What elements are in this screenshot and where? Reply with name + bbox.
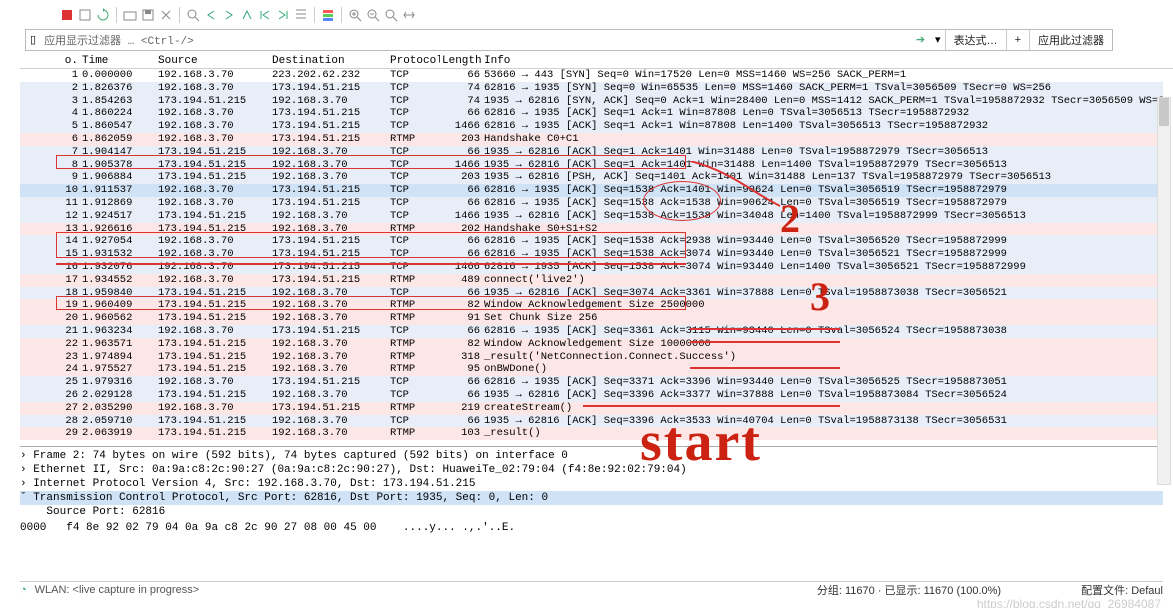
arrow-right-icon[interactable]: ➔	[910, 33, 931, 47]
hex-bytes: f4 8e 92 02 79 04 0a 9a c8 2c 90 27 08 0…	[66, 522, 376, 534]
prev-icon[interactable]	[204, 8, 218, 22]
record-icon[interactable]	[78, 8, 92, 22]
table-row[interactable]: 101.911537192.168.3.70173.194.51.215TCP6…	[20, 184, 1163, 197]
table-row[interactable]: 292.063919173.194.51.215192.168.3.70RTMP…	[20, 427, 1163, 440]
packet-details-pane[interactable]: › Frame 2: 74 bytes on wire (592 bits), …	[20, 446, 1163, 519]
main-toolbar	[60, 5, 1113, 25]
table-row[interactable]: 41.860224192.168.3.70173.194.51.215TCP66…	[20, 107, 1163, 120]
add-filter-button[interactable]: +	[1006, 30, 1029, 50]
table-row[interactable]: 141.927054192.168.3.70173.194.51.215TCP6…	[20, 235, 1163, 248]
detail-line[interactable]: › Internet Protocol Version 4, Src: 192.…	[20, 477, 1163, 491]
status-left: WLAN: <live capture in progress>	[31, 584, 817, 596]
goto-last-icon[interactable]	[276, 8, 290, 22]
col-info[interactable]: Info	[482, 55, 1173, 67]
table-row[interactable]: 241.975527173.194.51.215192.168.3.70RTMP…	[20, 363, 1163, 376]
apply-filter-button[interactable]: 应用此过滤器	[1029, 30, 1112, 50]
save-icon[interactable]	[141, 8, 155, 22]
table-row[interactable]: 262.029128173.194.51.215192.168.3.70TCP6…	[20, 389, 1163, 402]
table-row[interactable]: 111.912869192.168.3.70173.194.51.215TCP6…	[20, 197, 1163, 210]
dropdown-icon[interactable]: ▾	[931, 33, 945, 47]
table-row[interactable]: 151.931532192.168.3.70173.194.51.215TCP6…	[20, 248, 1163, 261]
table-row[interactable]: 282.059710173.194.51.215192.168.3.70TCP6…	[20, 415, 1163, 428]
table-row[interactable]: 21.826376192.168.3.70173.194.51.215TCP74…	[20, 82, 1163, 95]
table-row[interactable]: 221.963571173.194.51.215192.168.3.70RTMP…	[20, 338, 1163, 351]
zoom-in-icon[interactable]	[348, 8, 362, 22]
col-no[interactable]: o.	[20, 55, 80, 67]
open-icon[interactable]	[123, 8, 137, 22]
table-row[interactable]: 61.862059192.168.3.70173.194.51.215RTMP2…	[20, 133, 1163, 146]
table-row[interactable]: 161.932076192.168.3.70173.194.51.215TCP1…	[20, 261, 1163, 274]
hex-offset: 0000	[20, 522, 46, 534]
table-row[interactable]: 251.979316192.168.3.70173.194.51.215TCP6…	[20, 376, 1163, 389]
packet-list-header: o. Time Source Destination Protocol Leng…	[20, 55, 1173, 69]
col-dest[interactable]: Destination	[270, 55, 388, 67]
col-len[interactable]: Length	[440, 55, 482, 67]
hex-ascii: ....y... .,.'..E.	[403, 522, 515, 534]
table-row[interactable]: 191.960409173.194.51.215192.168.3.70RTMP…	[20, 299, 1163, 312]
table-row[interactable]: 231.974894173.194.51.215192.168.3.70RTMP…	[20, 351, 1163, 364]
table-row[interactable]: 171.934552192.168.3.70173.194.51.215RTMP…	[20, 274, 1163, 287]
next-icon[interactable]	[222, 8, 236, 22]
detail-line[interactable]: Source Port: 62816	[20, 505, 1163, 519]
display-filter-bar: ▯ 应用显示过滤器 … <Ctrl-/> ➔ ▾ 表达式… + 应用此过滤器	[25, 29, 1113, 51]
table-row[interactable]: 201.960562173.194.51.215192.168.3.70RTMP…	[20, 312, 1163, 325]
colorize-icon[interactable]	[321, 8, 335, 22]
status-bar: ◔ WLAN: <live capture in progress> 分组: 1…	[20, 581, 1163, 597]
restart-icon[interactable]	[96, 8, 110, 22]
jump-icon[interactable]	[240, 8, 254, 22]
detail-line[interactable]: › Frame 2: 74 bytes on wire (592 bits), …	[20, 449, 1163, 463]
table-row[interactable]: 121.924517173.194.51.215192.168.3.70TCP1…	[20, 210, 1163, 223]
status-profile: 配置文件: Defaul	[1081, 582, 1163, 598]
expression-button[interactable]: 表达式…	[945, 30, 1006, 50]
goto-first-icon[interactable]	[258, 8, 272, 22]
table-row[interactable]: 91.906884173.194.51.215192.168.3.70TCP20…	[20, 171, 1163, 184]
table-row[interactable]: 181.959840173.194.51.215192.168.3.70TCP6…	[20, 287, 1163, 300]
display-filter-input[interactable]: 应用显示过滤器 … <Ctrl-/>	[40, 32, 910, 48]
bullet-icon: ◔	[20, 584, 27, 596]
table-row[interactable]: 71.904147173.194.51.215192.168.3.70TCP66…	[20, 146, 1163, 159]
packet-bytes-pane[interactable]: 0000 f4 8e 92 02 79 04 0a 9a c8 2c 90 27…	[20, 521, 1163, 534]
table-row[interactable]: 10.000000192.168.3.70223.202.62.232TCP66…	[20, 69, 1163, 82]
vertical-scrollbar[interactable]	[1157, 97, 1171, 485]
zoom-out-icon[interactable]	[366, 8, 380, 22]
col-source[interactable]: Source	[156, 55, 270, 67]
record-stop-icon[interactable]	[60, 8, 74, 22]
detail-line-selected[interactable]: ˇ Transmission Control Protocol, Src Por…	[20, 491, 1163, 505]
col-time[interactable]: Time	[80, 55, 156, 67]
table-row[interactable]: 131.926616173.194.51.215192.168.3.70RTMP…	[20, 223, 1163, 236]
resize-cols-icon[interactable]	[402, 8, 416, 22]
scrollbar-thumb[interactable]	[1159, 98, 1169, 126]
zoom-reset-icon[interactable]	[384, 8, 398, 22]
watermark: https://blog.csdn.net/qq_26984087	[977, 597, 1161, 608]
table-row[interactable]: 31.854263173.194.51.215192.168.3.70TCP74…	[20, 95, 1163, 108]
status-packets: 分组: 11670 · 已显示: 11670 (100.0%)	[817, 582, 1001, 598]
bookmark-icon[interactable]: ▯	[26, 33, 40, 47]
table-row[interactable]: 272.035290192.168.3.70173.194.51.215RTMP…	[20, 402, 1163, 415]
packet-list[interactable]: 10.000000192.168.3.70223.202.62.232TCP66…	[20, 69, 1163, 440]
close-icon[interactable]	[159, 8, 173, 22]
table-row[interactable]: 51.860547192.168.3.70173.194.51.215TCP14…	[20, 120, 1163, 133]
table-row[interactable]: 81.905378173.194.51.215192.168.3.70TCP14…	[20, 159, 1163, 172]
detail-line[interactable]: › Ethernet II, Src: 0a:9a:c8:2c:90:27 (0…	[20, 463, 1163, 477]
col-proto[interactable]: Protocol	[388, 55, 440, 67]
find-icon[interactable]	[186, 8, 200, 22]
table-row[interactable]: 211.963234192.168.3.70173.194.51.215TCP6…	[20, 325, 1163, 338]
autoscroll-icon[interactable]	[294, 8, 308, 22]
